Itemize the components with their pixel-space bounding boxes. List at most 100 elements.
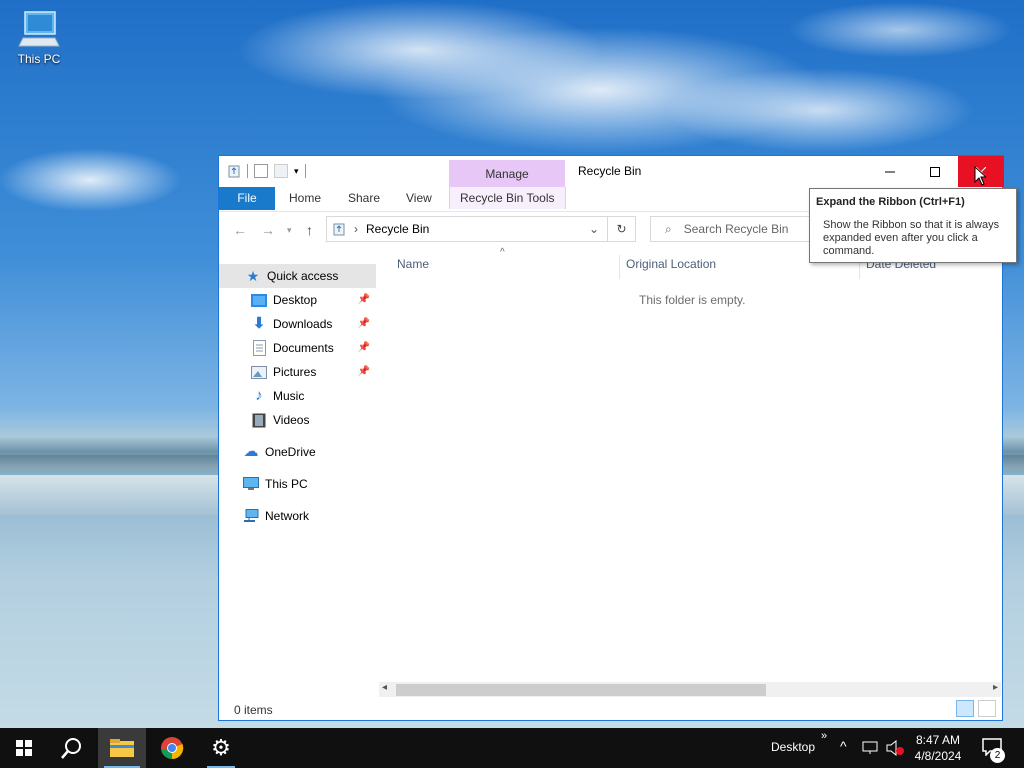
search-icon: ⌕ <box>665 221 672 236</box>
tab-recycle-bin-tools[interactable]: Recycle Bin Tools <box>449 187 566 209</box>
tab-share[interactable]: Share <box>338 187 390 209</box>
pin-icon: 📌 <box>357 294 370 305</box>
file-list[interactable]: ^ Name Original Location Date Deleted Th… <box>379 247 1004 687</box>
search-button[interactable] <box>48 728 96 768</box>
sidebar-item-label: Documents <box>273 341 334 355</box>
status-item-count: 0 items <box>234 703 273 717</box>
desktop-toolbar-label[interactable]: Desktop <box>771 740 815 754</box>
empty-folder-message: This folder is empty. <box>639 293 746 307</box>
search-icon <box>61 738 81 759</box>
sidebar-item-music[interactable]: ♪ Music <box>219 384 376 408</box>
star-icon: ★ <box>246 268 260 284</box>
refresh-button[interactable]: ↻ <box>608 216 636 242</box>
network-status-icon[interactable] <box>862 741 878 755</box>
chevron-down-icon[interactable]: ▾ <box>294 166 299 177</box>
sidebar-item-label: Downloads <box>273 317 333 331</box>
title-bar[interactable]: ▾ Manage Recycle Bin <box>219 156 1004 187</box>
forward-arrow-icon[interactable]: → <box>261 222 275 238</box>
chrome-icon <box>161 737 184 760</box>
column-header-name[interactable]: Name <box>397 257 429 271</box>
desktop-icon-this-pc[interactable]: This PC <box>14 10 64 66</box>
recycle-bin-icon <box>228 165 240 178</box>
sidebar-item-label: Pictures <box>273 365 317 379</box>
network-icon <box>243 508 259 524</box>
tooltip-title: Expand the Ribbon (Ctrl+F1) <box>816 196 965 208</box>
scrollbar-thumb[interactable] <box>396 684 766 696</box>
clock-date: 4/8/2024 <box>914 749 962 763</box>
scroll-right-icon[interactable]: ▸ <box>993 682 998 693</box>
downloads-icon: ⬇ <box>252 315 266 332</box>
computer-icon <box>18 11 60 47</box>
scroll-left-icon[interactable]: ◂ <box>382 682 387 693</box>
sidebar-item-label: Network <box>265 509 310 523</box>
taskbar-file-explorer[interactable] <box>98 728 146 768</box>
sidebar-item-label: Videos <box>273 413 310 427</box>
recent-locations-icon[interactable]: ▾ <box>287 225 292 236</box>
taskbar-settings[interactable]: ⚙ <box>197 728 245 768</box>
tooltip-body: Show the Ribbon so that it is always exp… <box>823 219 1000 257</box>
sidebar-item-network[interactable]: Network <box>219 504 376 528</box>
large-icons-view-icon[interactable] <box>978 700 996 717</box>
details-view-icon[interactable] <box>956 700 974 717</box>
back-arrow-icon[interactable]: ← <box>233 222 247 238</box>
tab-manage[interactable]: Manage <box>449 160 565 187</box>
breadcrumb-separator-icon: › <box>354 222 358 236</box>
volume-muted-icon[interactable] <box>886 740 904 756</box>
column-header-original-location[interactable]: Original Location <box>626 257 716 271</box>
address-bar[interactable]: › Recycle Bin ⌄ <box>326 216 608 242</box>
taskbar-chrome[interactable] <box>148 728 196 768</box>
pictures-icon <box>251 364 267 380</box>
minimize-icon <box>885 171 895 172</box>
quick-access-toolbar: ▾ <box>227 164 306 178</box>
desktop-icon-label: This PC <box>17 52 61 66</box>
sidebar-item-desktop[interactable]: Desktop 📌 <box>219 288 376 312</box>
music-icon: ♪ <box>255 387 263 404</box>
up-arrow-icon[interactable]: ↑ <box>306 222 313 238</box>
sidebar-item-pictures[interactable]: Pictures 📌 <box>219 360 376 384</box>
search-placeholder: Search Recycle Bin <box>683 222 789 236</box>
tab-home[interactable]: Home <box>279 187 331 209</box>
cloud-icon: ☁ <box>243 443 259 460</box>
sidebar-item-label: Desktop <box>273 293 318 307</box>
sidebar-item-this-pc[interactable]: This PC <box>219 472 376 496</box>
address-dropdown-icon[interactable]: ⌄ <box>589 222 599 236</box>
windows-logo-icon <box>16 740 32 756</box>
sidebar-item-onedrive[interactable]: ☁ OneDrive <box>219 440 376 464</box>
horizontal-scrollbar[interactable]: ◂ ▸ <box>379 682 1001 697</box>
notification-count-badge: 2 <box>990 748 1005 763</box>
sidebar-item-label: Quick access <box>267 269 339 283</box>
maximize-icon <box>930 166 940 177</box>
documents-icon <box>251 340 267 356</box>
pin-icon: 📌 <box>357 342 370 353</box>
sidebar-item-documents[interactable]: Documents 📌 <box>219 336 376 360</box>
start-button[interactable] <box>0 728 48 768</box>
desktop-folder-icon <box>251 292 267 308</box>
mouse-cursor-icon <box>974 166 986 186</box>
pin-icon: 📌 <box>357 318 370 329</box>
sort-ascending-icon: ^ <box>500 247 505 258</box>
view-switcher <box>956 700 996 717</box>
tab-view[interactable]: View <box>396 187 442 209</box>
maximize-button[interactable] <box>912 156 958 187</box>
search-input[interactable]: ⌕ Search Recycle Bin <box>650 216 820 242</box>
show-hidden-icons-icon[interactable]: ^ <box>840 738 847 754</box>
system-clock[interactable]: 8:47 AM 4/8/2024 <box>910 732 966 764</box>
column-divider[interactable] <box>619 255 620 279</box>
clock-time: 8:47 AM <box>915 733 961 747</box>
tab-file[interactable]: File <box>219 187 275 210</box>
new-folder-icon[interactable] <box>274 164 288 178</box>
toolbar-overflow-icon[interactable]: » <box>821 730 827 742</box>
recycle-bin-icon <box>333 223 345 236</box>
breadcrumb[interactable]: Recycle Bin <box>366 222 429 236</box>
pin-icon: 📌 <box>357 366 370 377</box>
sidebar-item-label: OneDrive <box>265 445 316 459</box>
sidebar-item-videos[interactable]: Videos <box>219 408 376 432</box>
minimize-button[interactable] <box>867 156 913 187</box>
properties-icon[interactable] <box>254 164 268 178</box>
sidebar-item-downloads[interactable]: ⬇ Downloads 📌 <box>219 312 376 336</box>
sidebar-item-quick-access[interactable]: ★ Quick access <box>219 264 376 288</box>
refresh-icon: ↻ <box>616 222 627 236</box>
separator <box>247 164 248 178</box>
separator <box>304 164 306 178</box>
sidebar-item-label: This PC <box>265 477 308 491</box>
